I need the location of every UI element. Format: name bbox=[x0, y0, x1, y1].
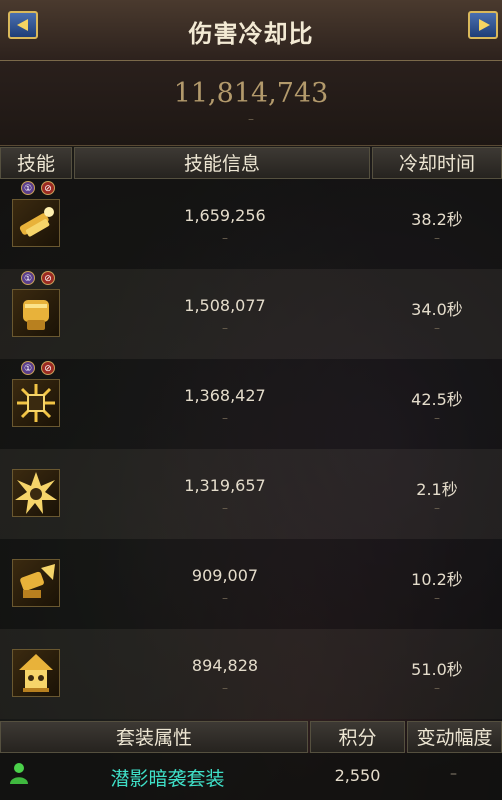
skill-row[interactable]: 1,319,657 – 2.1秒 – bbox=[0, 449, 502, 539]
skill-row[interactable]: 909,007 – 10.2秒 – bbox=[0, 539, 502, 629]
set-table-header: 套装属性 积分 变动幅度 bbox=[0, 721, 502, 753]
gold-fist-skill-icon bbox=[12, 289, 60, 337]
skill-cooldown-value: 34.0秒 bbox=[411, 300, 463, 319]
skill-damage-change: – bbox=[222, 321, 228, 335]
burst-skill-icon bbox=[12, 379, 60, 427]
skill-cooldown-change: – bbox=[434, 501, 440, 515]
skill-cooldown-change: – bbox=[434, 231, 440, 245]
skill-row[interactable]: ① ⊘ 1,659,256 – 38.2秒 – bbox=[0, 179, 502, 269]
skill-cooldown-change: – bbox=[434, 591, 440, 605]
explosion-skill-icon bbox=[12, 469, 60, 517]
column-cooldown: 冷却时间 bbox=[372, 147, 502, 179]
skill-damage-value: 1,659,256 bbox=[184, 206, 266, 225]
title-bar: 伤害冷却比 bbox=[0, 0, 502, 61]
column-score: 积分 bbox=[310, 721, 405, 753]
total-value: 11,814,743 bbox=[173, 78, 329, 109]
skill-badge-icon: ① bbox=[21, 361, 35, 375]
total-change: – bbox=[248, 112, 254, 126]
skill-damage-value: 894,828 bbox=[191, 656, 259, 675]
page-title: 伤害冷却比 bbox=[188, 20, 314, 48]
skill-cooldown-change: – bbox=[434, 681, 440, 695]
skill-table-header: 技能 技能信息 冷却时间 bbox=[0, 147, 502, 179]
skill-badge-icon: ⊘ bbox=[41, 271, 55, 285]
cannon-skill-icon bbox=[12, 559, 60, 607]
skill-row[interactable]: ① ⊘ 1,368,427 – 42.5秒 – bbox=[0, 359, 502, 449]
skill-damage-value: 1,508,077 bbox=[184, 296, 266, 315]
column-change: 变动幅度 bbox=[407, 721, 502, 753]
column-skill: 技能 bbox=[0, 147, 72, 179]
column-skill-info: 技能信息 bbox=[74, 147, 370, 179]
skill-cooldown-value: 51.0秒 bbox=[411, 660, 463, 679]
arrow-right-icon bbox=[479, 19, 490, 31]
skill-badge-icon: ① bbox=[21, 271, 35, 285]
skill-row[interactable]: 894,828 – 51.0秒 – bbox=[0, 629, 502, 719]
skill-damage-change: – bbox=[222, 681, 228, 695]
skill-cooldown-value: 2.1秒 bbox=[416, 480, 458, 499]
header-panel: 伤害冷却比 11,814,743 – bbox=[0, 0, 502, 146]
skill-cooldown-value: 38.2秒 bbox=[411, 210, 463, 229]
skill-badge-icon: ⊘ bbox=[41, 181, 55, 195]
next-button[interactable] bbox=[468, 11, 498, 39]
skill-cooldown-change: – bbox=[434, 321, 440, 335]
skill-damage-change: – bbox=[222, 591, 228, 605]
rocket-skill-icon bbox=[12, 199, 60, 247]
set-score: 2,550 bbox=[334, 766, 381, 785]
skill-damage-change: – bbox=[222, 411, 228, 425]
set-change: – bbox=[450, 766, 457, 782]
person-icon bbox=[7, 762, 31, 786]
skill-badge-icon: ① bbox=[21, 181, 35, 195]
skill-badge-icon: ⊘ bbox=[41, 361, 55, 375]
skill-cooldown-change: – bbox=[434, 411, 440, 425]
set-row[interactable]: 潜影暗袭套装 2,550 – bbox=[0, 753, 502, 800]
skill-cooldown-value: 10.2秒 bbox=[411, 570, 463, 589]
skill-cooldown-value: 42.5秒 bbox=[411, 390, 463, 409]
skill-damage-value: 1,368,427 bbox=[184, 386, 266, 405]
column-set-attribute: 套装属性 bbox=[0, 721, 308, 753]
skill-damage-value: 909,007 bbox=[191, 566, 259, 585]
robot-skill-icon bbox=[12, 649, 60, 697]
skill-damage-change: – bbox=[222, 231, 228, 245]
skill-row[interactable]: ① ⊘ 1,508,077 – 34.0秒 – bbox=[0, 269, 502, 359]
set-name: 潜影暗袭套装 bbox=[110, 768, 225, 790]
skill-damage-change: – bbox=[222, 501, 228, 515]
skill-damage-value: 1,319,657 bbox=[184, 476, 266, 495]
